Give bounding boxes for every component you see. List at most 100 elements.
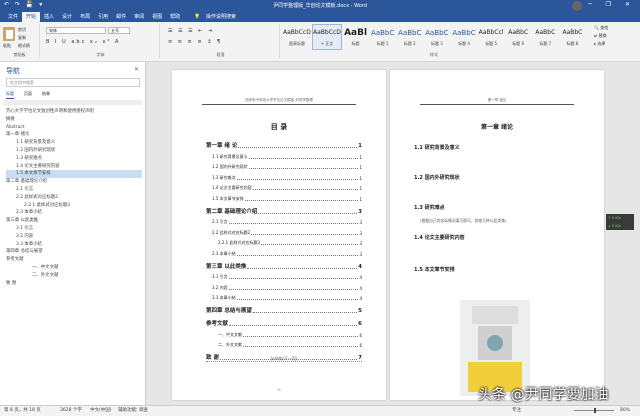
nav-heading-item[interactable]: 第一章 绪论 — [6, 131, 142, 139]
style-preview: AaBbC — [562, 29, 583, 36]
toc-entry[interactable]: 1.3 研究难点 1 — [206, 170, 362, 181]
style-heading-5[interactable]: AaBbCcl 标题 5 — [478, 24, 505, 50]
nav-heading-item[interactable]: 1.5 本文章节安排 — [6, 170, 142, 179]
nav-heading-item[interactable]: 3.2 内容 — [6, 233, 142, 241]
toc-entry[interactable]: 2.1 引言 3 — [206, 215, 362, 225]
nav-search-input[interactable]: 在文档中搜索 — [6, 78, 140, 87]
toc-entry[interactable]: 1.1 研究背景及意义 1 — [206, 149, 362, 160]
toc-entry[interactable]: 2.2 此样式对应标题2 3 — [206, 225, 362, 236]
heading-1-3: 1.3 研究难点 — [414, 205, 445, 211]
style-chart-title[interactable]: AaBbCcDi 图表标题 — [282, 24, 312, 50]
nav-heading-item[interactable]: 2.3 本章小结 — [6, 209, 142, 217]
status-page[interactable]: 第 8 页，共 18 页 — [4, 406, 41, 416]
list-buttons[interactable]: ☰ ☰ ☰ ⇤ ⇥ — [168, 28, 214, 34]
toc-entry-page: 6 — [358, 321, 362, 327]
style-heading-3[interactable]: AaBbC 标题 3 — [423, 24, 450, 50]
style-title[interactable]: AaBl 标题 — [342, 24, 369, 50]
tell-me-search[interactable]: 💡 操作说明搜索 — [190, 12, 244, 22]
nav-heading-item[interactable]: 1.4 论文主要研究内容 — [6, 163, 142, 171]
font-format-buttons[interactable]: B I U abc x₂ x² A — [46, 39, 120, 45]
tab-references[interactable]: 引用 — [94, 12, 112, 22]
tab-view[interactable]: 视图 — [148, 12, 166, 22]
nav-heading-item[interactable]: 第二章 基础理论介绍 — [6, 178, 142, 186]
format-painter-button[interactable]: 格式刷 — [18, 43, 30, 49]
tab-design[interactable]: 设计 — [58, 12, 76, 22]
toc-entry[interactable]: 1.2 国内外研究现状 1 — [206, 160, 362, 170]
toc-entry[interactable]: 2.3 本章小结 3 — [206, 246, 362, 257]
style-heading-8[interactable]: AaBbC 标题 8 — [559, 24, 586, 50]
style-normal[interactable]: AaBbCcDi + 正文 — [312, 24, 342, 50]
style-heading-7[interactable]: AaBbC 标题 7 — [532, 24, 559, 50]
nav-heading-item[interactable]: 1.1 研究背景及意义 — [6, 139, 142, 147]
nav-tab-headings[interactable]: 标题 — [6, 91, 14, 99]
cut-button[interactable]: 剪切 — [18, 27, 26, 33]
nav-heading-item[interactable]: 参考文献 — [6, 256, 142, 264]
font-size-select[interactable]: 五号 — [108, 27, 130, 34]
toc-entry[interactable]: 3.3 本章小结 4 — [206, 291, 362, 301]
toc-entry[interactable]: 参考文献 6 — [206, 314, 362, 327]
toc-entry[interactable]: 3.2 内容 4 — [206, 280, 362, 291]
nav-heading-item[interactable]: 2.2 此样式对应标题2 — [6, 194, 142, 202]
toc-entry[interactable]: 3.1 引言 4 — [206, 270, 362, 280]
toc-entry[interactable]: 第三章 以此类推 4 — [206, 257, 362, 270]
window-controls[interactable]: ─ ❐ ✕ — [588, 1, 636, 8]
nav-tab-pages[interactable]: 页面 — [24, 91, 32, 99]
avatar[interactable] — [572, 1, 582, 11]
status-language[interactable]: 中文(中国) — [90, 406, 112, 416]
tab-layout[interactable]: 布局 — [76, 12, 94, 22]
toc-entry[interactable]: 一、中文文献 6 — [206, 327, 362, 338]
tab-insert[interactable]: 插入 — [40, 12, 58, 22]
style-preview: AaBbCcl — [478, 29, 504, 36]
paste-icon[interactable] — [3, 27, 15, 41]
nav-heading-item[interactable]: 第四章 总结与展望 — [6, 248, 142, 256]
toc-entry[interactable]: 第一章 绪 论 1 — [206, 136, 362, 149]
tab-help[interactable]: 帮助 — [166, 12, 184, 22]
nav-heading-item[interactable]: 一、中文文献 — [6, 264, 142, 272]
select-button[interactable]: ▸ 选择 — [594, 40, 638, 48]
find-button[interactable]: 🔍 查找 — [594, 24, 638, 32]
nav-heading-item[interactable]: 3.1 引言 — [6, 225, 142, 233]
close-icon[interactable]: ✕ — [134, 66, 139, 73]
toc-entry-title: 一、中文文献 — [218, 331, 242, 337]
nav-heading-item[interactable]: 2.1 引言 — [6, 186, 142, 194]
replace-button[interactable]: ⇄ 替换 — [594, 32, 638, 40]
status-zoom[interactable]: 80% — [620, 406, 630, 416]
tab-file[interactable]: 文件 — [4, 12, 22, 22]
zoom-slider[interactable] — [574, 408, 614, 413]
toc-entry[interactable]: 2.2.1 此样式对应标题3 3 — [206, 236, 362, 246]
paste-label[interactable]: 粘贴 — [3, 43, 11, 49]
style-heading-4[interactable]: AaBbC 标题 4 — [450, 24, 477, 50]
tab-review[interactable]: 审阅 — [130, 12, 148, 22]
style-heading-1[interactable]: AaBbC 标题 1 — [369, 24, 396, 50]
document-page-toc[interactable]: 西安电子科技大学学位论文模板-尹同学整理 目 录 第一章 绪 论 1 1.1 研究背… — [172, 70, 386, 400]
nav-heading-item[interactable]: 芥心大学学位论文独创性声明和使用授权声明 — [6, 108, 142, 116]
style-preview: AaBbC — [452, 29, 476, 37]
nav-heading-item[interactable]: 摘要 — [6, 116, 142, 124]
nav-heading-item[interactable]: 1.2 国内外研究现状 — [6, 147, 142, 155]
style-heading-6[interactable]: AaBbC 标题 6 — [505, 24, 532, 50]
image-circle — [487, 335, 503, 351]
nav-heading-item[interactable]: 二、外文文献 — [6, 272, 142, 280]
style-heading-2[interactable]: AaBbC 标题 2 — [396, 24, 423, 50]
toc-entry[interactable]: 第二章 基础理论介绍 3 — [206, 202, 362, 215]
status-accessibility[interactable]: 辅助功能: 调查 — [118, 406, 148, 416]
nav-heading-item[interactable]: 第三章 以此类推 — [6, 217, 142, 225]
toc-entry[interactable]: 1.4 论文主要研究内容 1 — [206, 181, 362, 191]
copy-button[interactable]: 复制 — [18, 35, 26, 41]
tab-home[interactable]: 开始 — [22, 12, 41, 22]
tab-mailings[interactable]: 邮件 — [112, 12, 130, 22]
nav-heading-item[interactable]: 2.2.1 此样式对应标题3 — [6, 202, 142, 210]
toc-entry[interactable]: 二、外文文献 6 — [206, 338, 362, 348]
nav-heading-item[interactable]: Abstract — [6, 124, 142, 132]
toc-entry[interactable]: 第四章 总结与展望 5 — [206, 301, 362, 314]
nav-heading-item[interactable]: 致 谢 — [6, 280, 142, 288]
toc-entry[interactable]: 1.5 本文章节安排 1 — [206, 191, 362, 202]
status-words[interactable]: 3628 个字 — [60, 406, 82, 416]
alignment-buttons[interactable]: ≡ ≡ ≡ ≡ ↕ ¶ — [168, 39, 222, 45]
document-page-chapter1[interactable]: 第一章 绪论 第一章 绪论 1.1 研究背景及意义 1.2 国内外研究现状 1.… — [390, 70, 604, 400]
nav-tab-results[interactable]: 结果 — [42, 91, 50, 99]
nav-heading-item[interactable]: 1.3 研究难点 — [6, 155, 142, 163]
status-focus[interactable]: 专注 — [512, 406, 521, 416]
nav-heading-item[interactable]: 3.3 本章小结 — [6, 241, 142, 249]
font-name-select[interactable]: 宋体 — [46, 27, 106, 34]
